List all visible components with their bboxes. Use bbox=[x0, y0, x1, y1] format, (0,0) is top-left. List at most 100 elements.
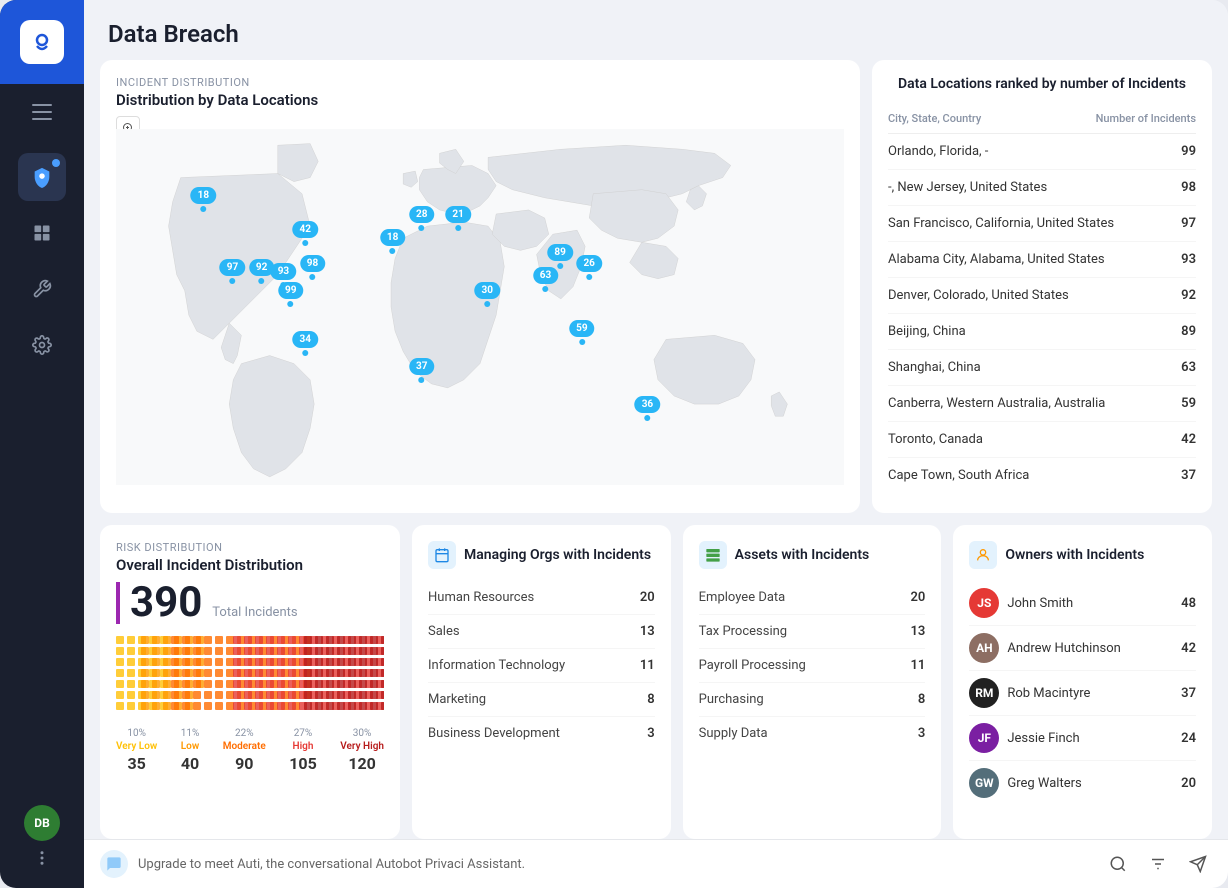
map-pin[interactable]: 63 bbox=[533, 267, 558, 292]
asset-row: Employee Data20 bbox=[699, 581, 926, 615]
org-row: Information Technology11 bbox=[428, 649, 655, 683]
ranking-row: Orlando, Florida, -99 bbox=[888, 134, 1196, 170]
col-incidents-label: Number of Incidents bbox=[1096, 112, 1196, 125]
menu-toggle-icon[interactable] bbox=[32, 104, 52, 125]
map-pin[interactable]: 21 bbox=[445, 206, 470, 231]
asset-row: Payroll Processing 11 bbox=[699, 649, 926, 683]
asset-row: Tax Processing13 bbox=[699, 615, 926, 649]
map-pin[interactable]: 30 bbox=[475, 282, 500, 307]
bottom-bar-actions bbox=[1104, 850, 1212, 878]
sidebar-item-gear[interactable] bbox=[18, 321, 66, 369]
map-pin[interactable]: 98 bbox=[300, 255, 325, 280]
risk-card-title: Overall Incident Distribution bbox=[116, 556, 384, 574]
risk-total-label: Total Incidents bbox=[212, 605, 297, 620]
assets-icon bbox=[699, 541, 727, 569]
map-pin[interactable]: 89 bbox=[547, 244, 572, 269]
map-pin[interactable]: 97 bbox=[220, 259, 245, 284]
rankings-list[interactable]: Orlando, Florida, -99-, New Jersey, Unit… bbox=[888, 134, 1196, 493]
orgs-title: Managing Orgs with Incidents bbox=[464, 547, 651, 563]
map-pin[interactable]: 37 bbox=[409, 358, 434, 383]
asset-count: 11 bbox=[910, 658, 925, 673]
filter-icon[interactable] bbox=[1144, 850, 1172, 878]
map-pin[interactable]: 42 bbox=[293, 221, 318, 246]
owner-count: 24 bbox=[1181, 731, 1196, 746]
content-area: Incident Distribution Distribution by Da… bbox=[84, 60, 1228, 839]
asset-row: Purchasing8 bbox=[699, 683, 926, 717]
sidebar-nav bbox=[18, 145, 66, 805]
map-pin[interactable]: 18 bbox=[380, 229, 405, 254]
map-pin[interactable]: 59 bbox=[569, 320, 594, 345]
incident-count: 98 bbox=[1181, 180, 1196, 195]
sidebar-item-wrench[interactable] bbox=[18, 265, 66, 313]
sidebar-dots-icon[interactable] bbox=[33, 849, 51, 872]
org-name: Business Development bbox=[428, 726, 560, 741]
owners-icon bbox=[969, 541, 997, 569]
org-name: Human Resources bbox=[428, 590, 534, 605]
rankings-card: Data Locations ranked by number of Incid… bbox=[872, 60, 1212, 513]
asset-count: 20 bbox=[910, 590, 925, 605]
owners-title: Owners with Incidents bbox=[1005, 547, 1144, 563]
asset-row: Supply Data 3 bbox=[699, 717, 926, 750]
org-count: 11 bbox=[640, 658, 655, 673]
incident-count: 37 bbox=[1181, 468, 1196, 483]
map-pin[interactable]: 34 bbox=[293, 331, 318, 356]
risk-total: 390 Total Incidents bbox=[116, 582, 384, 624]
org-row: Human Resources20 bbox=[428, 581, 655, 615]
map-pin[interactable]: 36 bbox=[635, 396, 660, 421]
search-icon[interactable] bbox=[1104, 850, 1132, 878]
org-count: 13 bbox=[640, 624, 655, 639]
assets-header: Assets with Incidents bbox=[699, 541, 926, 569]
incident-count: 42 bbox=[1181, 432, 1196, 447]
incident-count: 63 bbox=[1181, 360, 1196, 375]
sidebar-item-shield[interactable] bbox=[18, 153, 66, 201]
org-row: Business Development 3 bbox=[428, 717, 655, 750]
owner-name: Greg Walters bbox=[1007, 776, 1173, 791]
sidebar-bottom: DB bbox=[24, 805, 60, 888]
location-name: San Francisco, California, United States bbox=[888, 216, 1114, 231]
logo-icon bbox=[20, 20, 64, 64]
owner-avatar: RM bbox=[969, 678, 999, 708]
sidebar-item-grid[interactable] bbox=[18, 209, 66, 257]
bottom-bar: Upgrade to meet Auti, the conversational… bbox=[84, 839, 1228, 888]
location-name: Denver, Colorado, United States bbox=[888, 288, 1069, 303]
risk-legend-item: 11% Low 40 bbox=[181, 728, 200, 773]
user-avatar[interactable]: DB bbox=[24, 805, 60, 841]
bottom-row: Risk Distribution Overall Incident Distr… bbox=[100, 525, 1212, 839]
owner-count: 20 bbox=[1181, 776, 1196, 791]
ranking-row: Alabama City, Alabama, United States93 bbox=[888, 242, 1196, 278]
incident-count: 59 bbox=[1181, 396, 1196, 411]
sidebar: DB bbox=[0, 0, 84, 888]
asset-count: 3 bbox=[918, 726, 925, 741]
org-name: Marketing bbox=[428, 692, 486, 707]
org-name: Sales bbox=[428, 624, 460, 639]
location-name: Alabama City, Alabama, United States bbox=[888, 252, 1105, 267]
page-title: Data Breach bbox=[108, 20, 1204, 48]
org-row: Sales 13 bbox=[428, 615, 655, 649]
dot-column-very-high bbox=[304, 636, 384, 716]
incident-count: 97 bbox=[1181, 216, 1196, 231]
asset-name: Supply Data bbox=[699, 726, 768, 741]
asset-name: Payroll Processing bbox=[699, 658, 806, 673]
orgs-icon bbox=[428, 541, 456, 569]
org-row: Marketing8 bbox=[428, 683, 655, 717]
owner-row: JS John Smith 48 bbox=[969, 581, 1196, 626]
dot-column-very-low bbox=[116, 636, 137, 716]
risk-legend-item: 22% Moderate 90 bbox=[223, 728, 266, 773]
top-row: Incident Distribution Distribution by Da… bbox=[100, 60, 1212, 513]
assets-title: Assets with Incidents bbox=[735, 547, 870, 563]
location-name: Canberra, Western Australia, Australia bbox=[888, 396, 1105, 411]
ranking-row: Canberra, Western Australia, Australia 59 bbox=[888, 386, 1196, 422]
ranking-row: San Francisco, California, United States… bbox=[888, 206, 1196, 242]
map-pin[interactable]: 18 bbox=[191, 187, 216, 212]
map-pin[interactable]: 26 bbox=[576, 255, 601, 280]
send-icon[interactable] bbox=[1184, 850, 1212, 878]
asset-count: 13 bbox=[910, 624, 925, 639]
map-pin[interactable]: 28 bbox=[409, 206, 434, 231]
risk-card-label: Risk Distribution bbox=[116, 541, 384, 554]
org-count: 3 bbox=[647, 726, 654, 741]
sidebar-logo bbox=[0, 0, 84, 84]
map-pin[interactable]: 99 bbox=[278, 282, 303, 307]
main-content: Data Breach Incident Distribution Distri… bbox=[84, 0, 1228, 888]
asset-count: 8 bbox=[918, 692, 925, 707]
ranking-row: Denver, Colorado, United States92 bbox=[888, 278, 1196, 314]
